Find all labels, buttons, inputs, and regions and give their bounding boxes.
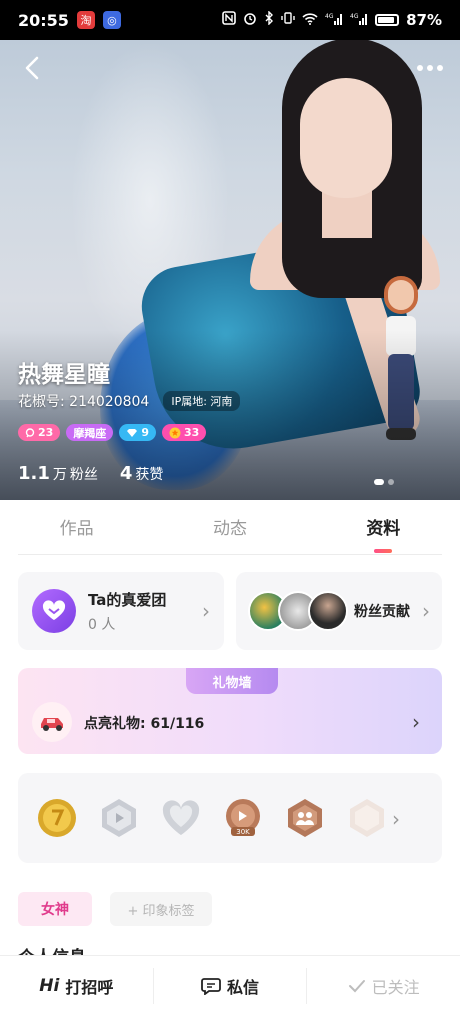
message-button[interactable]: 私信: [154, 974, 307, 998]
wifi-icon: [302, 12, 318, 29]
tab-moments[interactable]: 动态: [153, 508, 306, 554]
chevron-right-icon: ›: [412, 710, 420, 734]
zodiac-badge[interactable]: 摩羯座: [66, 424, 114, 441]
vibrate-icon: [281, 11, 295, 29]
chevron-right-icon: ›: [202, 599, 210, 623]
bronze-30k-medal-icon[interactable]: 30K: [222, 797, 264, 839]
gift-wall-card[interactable]: 礼物墙 点亮礼物: 61/116 ›: [18, 668, 442, 754]
hi-icon: Hi: [39, 975, 60, 996]
status-time: 20:55: [18, 10, 69, 30]
silver-hexagon-medal-icon[interactable]: [98, 797, 140, 839]
greet-button[interactable]: Hi 打招呼: [0, 974, 153, 998]
likes-stat[interactable]: 4 获赞: [120, 463, 164, 484]
avatar: [308, 591, 348, 631]
checkmark-icon: [348, 979, 365, 992]
chevron-right-icon: ›: [422, 599, 430, 623]
app-notification-icon: ◎: [102, 11, 121, 29]
star-icon: [169, 427, 181, 438]
profile-nickname: 热舞星瞳: [18, 362, 110, 388]
diamond-icon: [127, 428, 138, 437]
tab-works[interactable]: 作品: [0, 508, 153, 554]
message-icon: [201, 977, 221, 995]
more-options-button[interactable]: [410, 50, 450, 86]
active-tab-indicator: [374, 549, 393, 553]
fan-club-title: Ta的真爱团: [88, 590, 167, 609]
chat-bubble-icon: [25, 427, 35, 437]
battery-icon: [375, 14, 400, 26]
chevron-right-icon: ›: [392, 807, 400, 831]
gift-car-icon: [32, 702, 72, 742]
faded-hexagon-medal-icon[interactable]: [346, 797, 388, 839]
taobao-notification-icon: 淘: [76, 11, 95, 29]
followed-button[interactable]: 已关注: [307, 974, 460, 998]
status-bar: 20:55 淘 ◎ 4G 4G 87%: [0, 0, 460, 40]
heart-icon: [32, 589, 76, 633]
back-button[interactable]: [14, 50, 50, 86]
star-badge[interactable]: 33: [161, 424, 207, 441]
bronze-hexagon-medal-icon[interactable]: [284, 797, 326, 839]
svg-text:4G: 4G: [350, 13, 359, 20]
diamond-badge[interactable]: 9: [119, 424, 156, 441]
profile-tabs: 作品 动态 资料: [0, 508, 460, 554]
nfc-icon: [222, 11, 236, 29]
fan-club-count: 0 人: [88, 616, 116, 633]
photo-page-indicator: [374, 479, 394, 485]
face: [300, 78, 392, 198]
ip-location-badge: IP属地: 河南: [163, 391, 241, 411]
bluetooth-icon: [264, 10, 274, 29]
signal-icon: 4G: [325, 12, 343, 29]
divider: [18, 554, 442, 555]
svg-text:30K: 30K: [236, 828, 250, 836]
top-fans-avatars: [248, 591, 348, 631]
medals-card[interactable]: 30K ›: [18, 773, 442, 863]
fan-contribution-label: 粉丝贡献: [354, 604, 410, 620]
fan-contribution-card[interactable]: 粉丝贡献 ›: [236, 572, 442, 650]
alarm-icon: [243, 11, 257, 29]
gift-wall-ribbon: 礼物墙: [186, 668, 278, 694]
bottom-action-bar: Hi 打招呼 私信 已关注: [0, 955, 460, 1015]
svg-text:4G: 4G: [325, 13, 334, 20]
profile-id-row: 花椒号: 214020804 IP属地: 河南: [18, 391, 241, 411]
more-dots-icon: [417, 65, 443, 71]
silver-heart-medal-icon[interactable]: [160, 797, 202, 839]
add-impression-tag-button[interactable]: + 印象标签: [110, 892, 212, 926]
fans-stat[interactable]: 1.1 万粉丝: [18, 463, 98, 484]
fan-club-card[interactable]: Ta的真爱团 0 人 ›: [18, 572, 224, 650]
gold-medal-icon[interactable]: [36, 797, 78, 839]
chevron-left-icon: [25, 56, 39, 80]
battery-percentage: 87%: [406, 11, 442, 29]
profile-badges: 23 摩羯座 9 33: [18, 424, 207, 441]
signal-icon-2: 4G: [350, 12, 368, 29]
profile-stats: 1.1 万粉丝 4 获赞: [18, 463, 163, 484]
tab-profile-info[interactable]: 资料: [307, 508, 460, 554]
gift-lit-count: 点亮礼物: 61/116: [84, 716, 205, 732]
profile-id[interactable]: 花椒号: 214020804: [18, 391, 149, 411]
level-badge[interactable]: 23: [18, 424, 61, 441]
impression-tag-goddess[interactable]: 女神: [18, 892, 92, 926]
